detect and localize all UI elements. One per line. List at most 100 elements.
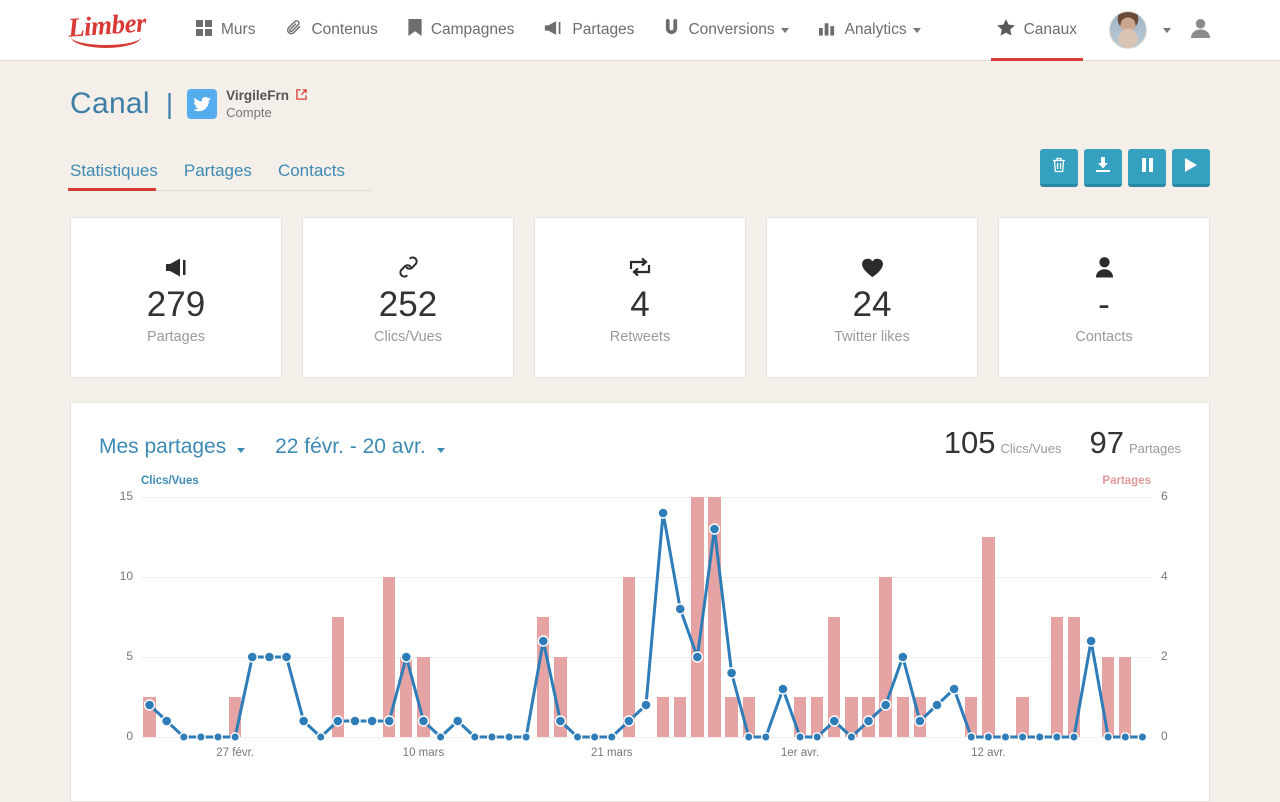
- chart-data-point[interactable]: [1120, 732, 1131, 742]
- chart-data-point[interactable]: [178, 732, 189, 742]
- total-shares: 97 Partages: [1089, 425, 1181, 461]
- chart-data-point[interactable]: [332, 715, 344, 727]
- chart-data-point[interactable]: [1000, 732, 1011, 742]
- stat-card-partages: 279 Partages: [70, 217, 282, 378]
- chart-data-point[interactable]: [657, 507, 669, 519]
- chart-data-point[interactable]: [760, 732, 771, 742]
- source-filter-label: Mes partages: [99, 435, 227, 458]
- nav-item-murs[interactable]: Murs: [182, 0, 269, 61]
- tab-bar: Statistiques Partages Contacts: [68, 161, 372, 191]
- chart-data-point[interactable]: [948, 683, 960, 695]
- chart-data-point[interactable]: [297, 715, 310, 727]
- chart-data-point[interactable]: [1017, 732, 1028, 742]
- chart-data-point[interactable]: [451, 715, 464, 727]
- chart-data-point[interactable]: [263, 651, 276, 663]
- chart-data-point[interactable]: [349, 715, 361, 727]
- paperclip-icon: [285, 19, 302, 41]
- chart-data-point[interactable]: [1069, 732, 1079, 742]
- nav-label: Canaux: [1023, 21, 1077, 38]
- chart-data-point[interactable]: [725, 667, 738, 679]
- chart-data-point[interactable]: [143, 699, 156, 711]
- chart-data-point[interactable]: [487, 732, 497, 742]
- chart-data-point[interactable]: [366, 715, 378, 727]
- play-button[interactable]: [1172, 149, 1210, 187]
- chart-data-point[interactable]: [983, 732, 994, 742]
- date-range-label: 22 févr. - 20 avr.: [275, 435, 426, 458]
- chart-data-point[interactable]: [777, 683, 789, 695]
- source-filter-dropdown[interactable]: Mes partages: [99, 435, 246, 459]
- chart-data-point[interactable]: [1085, 635, 1097, 647]
- x-axis-tick: 27 févr.: [216, 747, 254, 759]
- chart-data-point[interactable]: [537, 635, 549, 647]
- chart-data-point[interactable]: [1034, 732, 1045, 742]
- nav-item-contenus[interactable]: Contenus: [271, 0, 391, 61]
- tab-statistiques[interactable]: Statistiques: [68, 161, 166, 191]
- stat-value: 279: [146, 285, 206, 324]
- chart-data-point[interactable]: [504, 732, 514, 742]
- chart-data-point[interactable]: [606, 732, 617, 742]
- limber-logo[interactable]: Limber: [67, 7, 147, 50]
- tab-partages[interactable]: Partages: [184, 161, 260, 190]
- chart-data-point[interactable]: [469, 732, 480, 742]
- nav-label: Murs: [221, 21, 256, 38]
- chart-data-point[interactable]: [589, 732, 600, 742]
- chart-data-point[interactable]: [879, 699, 892, 711]
- avatar[interactable]: [1109, 11, 1147, 49]
- chart-data-point[interactable]: [213, 732, 223, 742]
- chart-data-point[interactable]: [846, 732, 857, 742]
- chart-data-point[interactable]: [554, 715, 567, 727]
- chart-data-point[interactable]: [280, 651, 293, 663]
- chart-data-point[interactable]: [812, 732, 823, 742]
- chart-data-point[interactable]: [931, 699, 943, 711]
- chart-data-point[interactable]: [897, 651, 909, 663]
- chart-data-point[interactable]: [383, 715, 395, 727]
- account-subtitle: Compte: [226, 105, 272, 120]
- chart-data-point[interactable]: [1103, 732, 1114, 742]
- chart-data-point[interactable]: [914, 715, 926, 727]
- chart-data-point[interactable]: [1137, 732, 1148, 742]
- chart-data-point[interactable]: [743, 732, 754, 742]
- chart-data-point[interactable]: [315, 732, 326, 742]
- chart-data-point[interactable]: [1051, 732, 1062, 742]
- nav-item-campagnes[interactable]: Campagnes: [394, 0, 529, 61]
- chart-totals: 105 Clics/Vues 97 Partages: [944, 425, 1181, 461]
- delete-button[interactable]: [1040, 149, 1078, 187]
- tab-contacts[interactable]: Contacts: [278, 161, 353, 190]
- chart-data-point[interactable]: [246, 651, 258, 663]
- chart-data-point[interactable]: [674, 603, 686, 615]
- chart-data-point[interactable]: [435, 732, 446, 742]
- star-icon: [996, 19, 1015, 41]
- chart-data-point[interactable]: [640, 699, 652, 711]
- y2-axis-tick: 6: [1161, 489, 1168, 503]
- chart-data-point[interactable]: [795, 732, 805, 742]
- date-range-dropdown[interactable]: 22 févr. - 20 avr.: [275, 435, 445, 459]
- chart-data-point[interactable]: [862, 715, 875, 727]
- chart-data-point[interactable]: [691, 651, 704, 663]
- chart-data-point[interactable]: [966, 732, 977, 742]
- chart-data-point[interactable]: [160, 715, 173, 727]
- chart-data-point[interactable]: [828, 715, 841, 727]
- chart-data-point[interactable]: [417, 715, 430, 727]
- chart-data-point[interactable]: [196, 732, 206, 742]
- chart-data-point[interactable]: [230, 732, 241, 742]
- external-link-icon[interactable]: [296, 89, 308, 103]
- nav-item-partages[interactable]: Partages: [530, 0, 648, 61]
- chart-data-point[interactable]: [400, 651, 413, 663]
- nav-item-canaux[interactable]: Canaux: [983, 0, 1091, 61]
- chevron-down-icon: [237, 448, 246, 453]
- pause-button[interactable]: [1128, 149, 1166, 187]
- chevron-down-icon[interactable]: [1163, 27, 1171, 33]
- play-icon: [1185, 157, 1197, 176]
- download-button[interactable]: [1084, 149, 1122, 187]
- chart-data-point[interactable]: [623, 715, 635, 727]
- heart-icon: [861, 250, 884, 284]
- account-info: VirgileFrn Compte: [226, 87, 308, 121]
- action-button-group: [1040, 149, 1210, 187]
- chart-data-point[interactable]: [708, 523, 721, 535]
- chart-data-point[interactable]: [572, 732, 583, 742]
- person-icon[interactable]: [1191, 18, 1210, 42]
- nav-item-conversions[interactable]: Conversions: [650, 0, 802, 61]
- chart-data-point[interactable]: [521, 732, 532, 742]
- nav-item-analytics[interactable]: Analytics: [805, 0, 935, 61]
- stat-card-twitter-likes: 24 Twitter likes: [766, 217, 978, 378]
